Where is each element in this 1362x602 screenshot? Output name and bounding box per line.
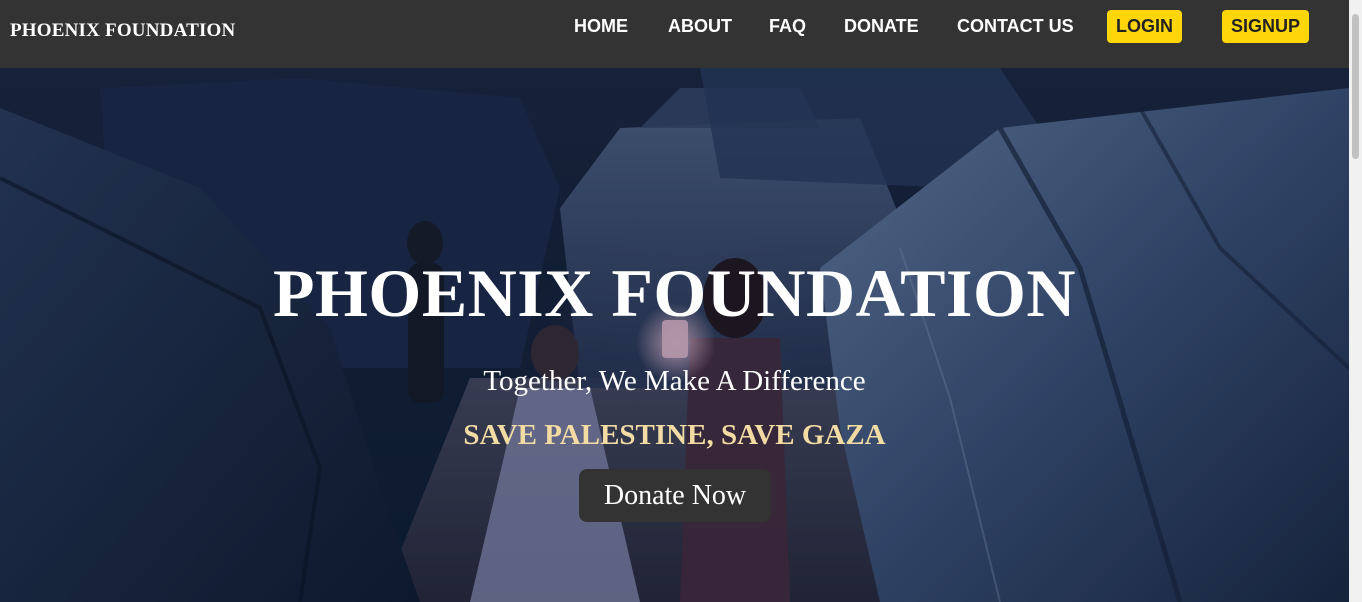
page: PHOENIX FOUNDATION HOME ABOUT FAQ DONATE…: [0, 0, 1362, 602]
signup-button[interactable]: SIGNUP: [1222, 10, 1309, 43]
hero-slogan: SAVE PALESTINE, SAVE GAZA: [463, 419, 886, 451]
nav-link-about[interactable]: ABOUT: [668, 16, 732, 37]
nav-link-home[interactable]: HOME: [574, 16, 628, 37]
nav-links: HOME ABOUT FAQ DONATE CONTACT US LOGIN S…: [0, 0, 1349, 52]
hero-title: PHOENIX FOUNDATION: [273, 255, 1076, 331]
nav-link-contact-us[interactable]: CONTACT US: [957, 16, 1074, 37]
hero-tagline: Together, We Make A Difference: [483, 365, 866, 397]
nav-link-faq[interactable]: FAQ: [769, 16, 806, 37]
donate-now-button[interactable]: Donate Now: [579, 469, 771, 522]
page-scrollbar[interactable]: [1349, 0, 1362, 602]
hero-section: PHOENIX FOUNDATION Together, We Make A D…: [0, 68, 1349, 602]
nav-link-donate[interactable]: DONATE: [844, 16, 919, 37]
login-button[interactable]: LOGIN: [1107, 10, 1182, 43]
scrollbar-thumb[interactable]: [1352, 14, 1359, 159]
navbar: PHOENIX FOUNDATION HOME ABOUT FAQ DONATE…: [0, 0, 1349, 68]
